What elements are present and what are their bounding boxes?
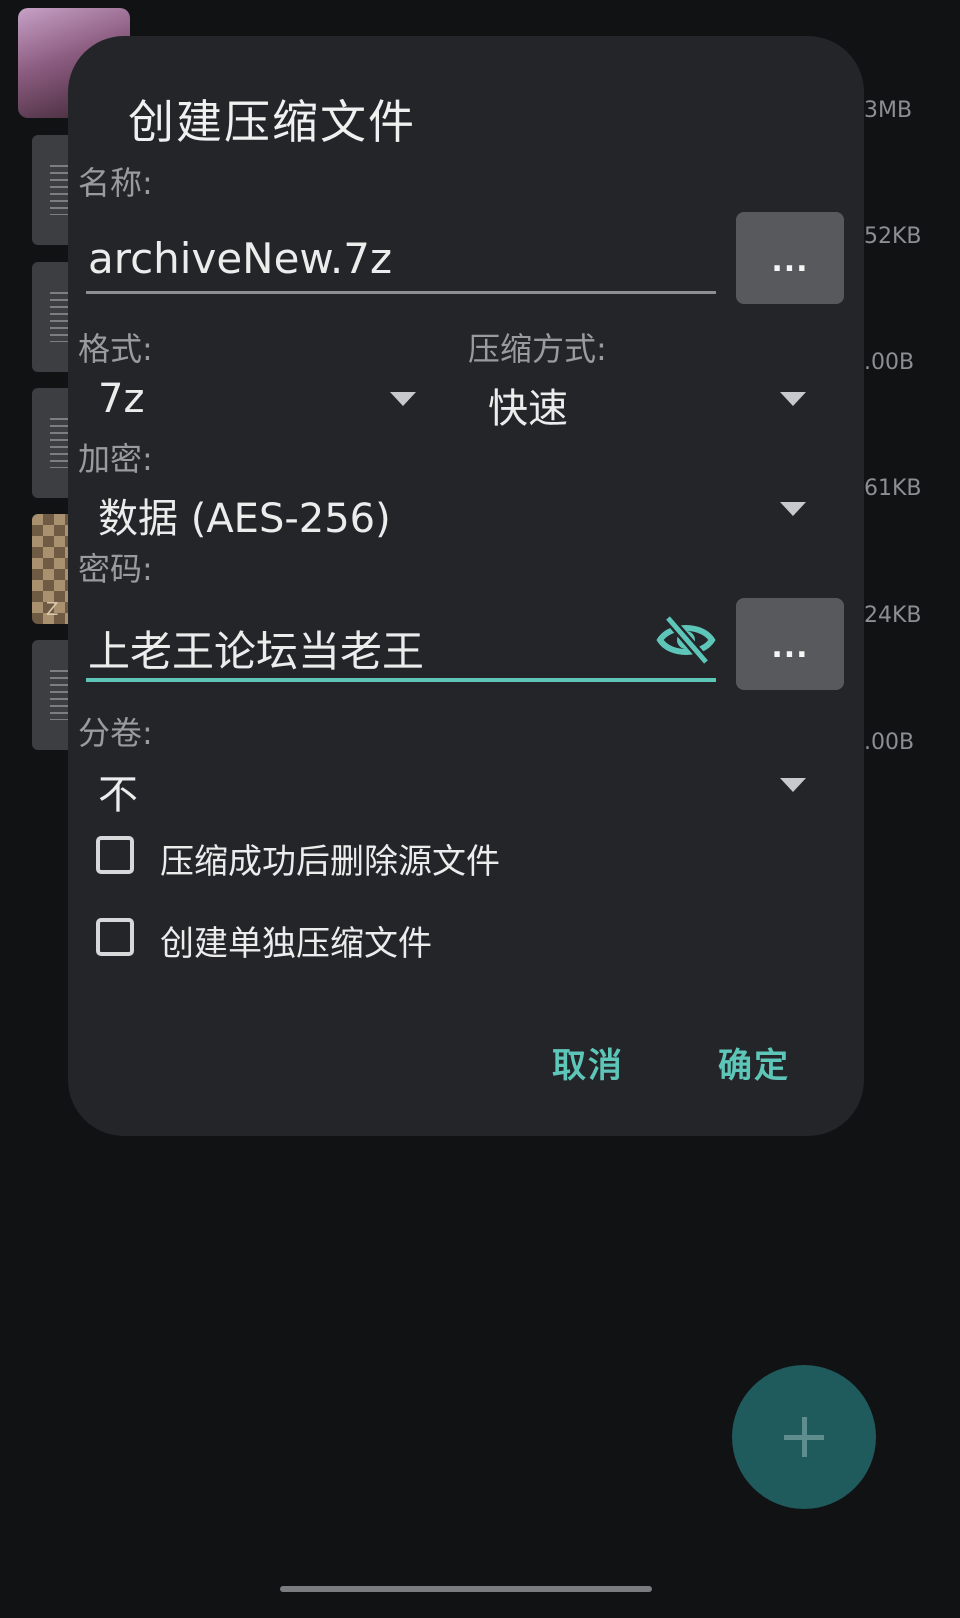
password-underline: [86, 678, 716, 682]
delete-source-label[interactable]: 压缩成功后删除源文件: [160, 834, 500, 883]
file-size: 24KB: [864, 603, 922, 628]
cancel-button[interactable]: 取消: [552, 1038, 624, 1087]
file-size: 3MB: [864, 98, 913, 123]
encryption-select[interactable]: 数据 (AES-256): [98, 486, 391, 544]
file-size: 52KB: [864, 224, 922, 249]
create-archive-dialog: 创建压缩文件 名称: archiveNew.7z ... 格式: 压缩方式: 7…: [68, 36, 864, 1136]
gesture-nav-bar[interactable]: [280, 1586, 652, 1592]
caret-down-icon[interactable]: [780, 502, 806, 516]
file-size: .00B: [864, 350, 915, 375]
dialog-title: 创建压缩文件: [128, 95, 416, 149]
name-underline: [86, 291, 716, 294]
split-select[interactable]: 不: [98, 762, 138, 820]
password-options-button[interactable]: ...: [736, 598, 844, 690]
caret-down-icon[interactable]: [780, 392, 806, 406]
delete-source-checkbox[interactable]: [96, 836, 134, 874]
browse-name-button[interactable]: ...: [736, 212, 844, 304]
document-icon: [50, 418, 70, 468]
encryption-label: 加密:: [78, 440, 153, 478]
add-fab-button[interactable]: [732, 1365, 876, 1509]
archive-name-input[interactable]: archiveNew.7z: [88, 234, 392, 283]
eye-off-icon[interactable]: [656, 614, 716, 666]
ok-button[interactable]: 确定: [718, 1038, 790, 1087]
compression-method-label: 压缩方式:: [468, 330, 607, 368]
archive-type-label: Z: [46, 599, 59, 620]
name-label: 名称:: [78, 164, 153, 202]
compression-method-select[interactable]: 快速: [488, 376, 568, 434]
split-label: 分卷:: [78, 714, 153, 752]
document-icon: [50, 292, 70, 342]
document-icon: [50, 165, 70, 215]
caret-down-icon[interactable]: [390, 392, 416, 406]
caret-down-icon[interactable]: [780, 778, 806, 792]
password-label: 密码:: [78, 550, 153, 588]
file-size: .00B: [864, 730, 915, 755]
format-select[interactable]: 7z: [98, 376, 144, 422]
separate-archives-checkbox[interactable]: [96, 918, 134, 956]
format-label: 格式:: [78, 330, 153, 368]
separate-archives-label[interactable]: 创建单独压缩文件: [160, 916, 432, 965]
document-icon: [50, 670, 70, 720]
file-size: 61KB: [864, 476, 922, 501]
plus-icon: [802, 1417, 807, 1457]
password-input[interactable]: 上老王论坛当老王: [88, 618, 424, 679]
